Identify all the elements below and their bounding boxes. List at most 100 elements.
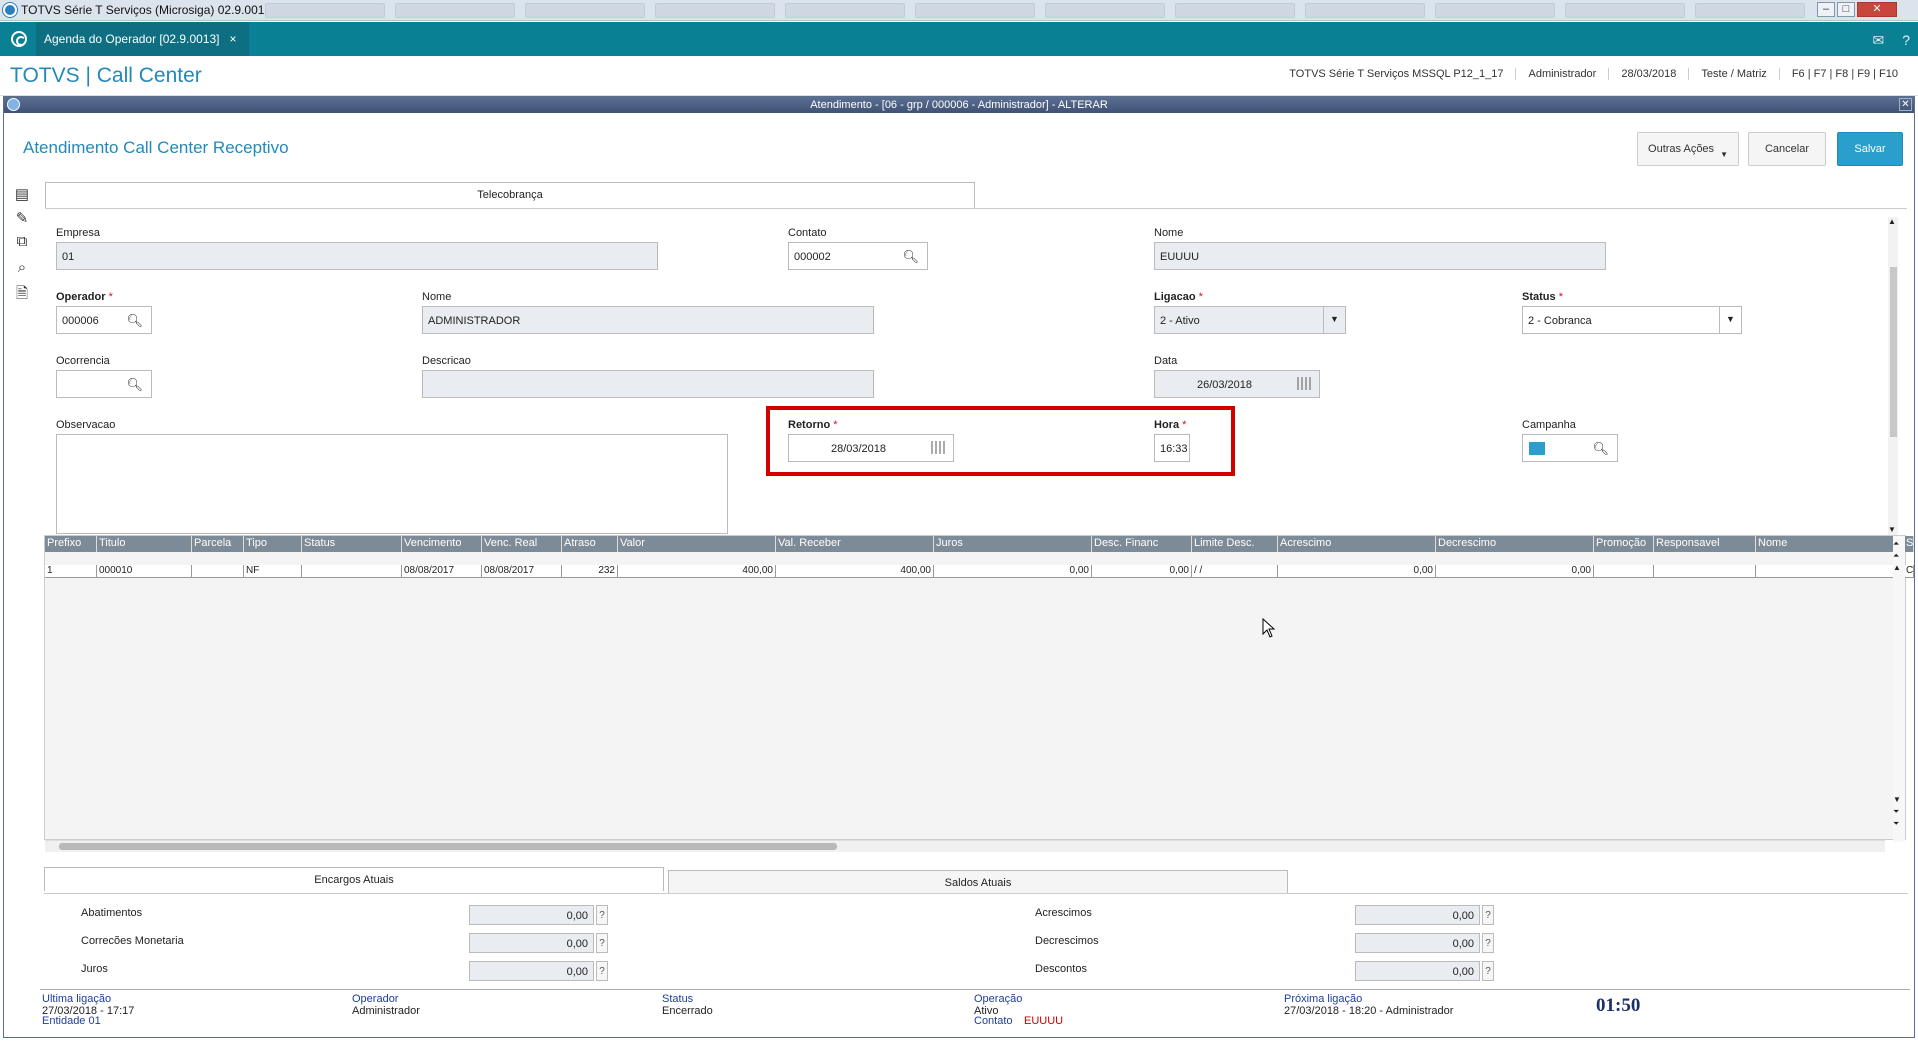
grid-cell[interactable]: 08/08/2017 bbox=[482, 565, 562, 578]
grid-column-header[interactable]: Status bbox=[302, 536, 402, 552]
grid-column-header[interactable]: Promoção bbox=[1594, 536, 1654, 552]
grid-cell[interactable]: 400,00 bbox=[618, 565, 776, 578]
search-icon[interactable]: 🔍︎ bbox=[902, 249, 919, 265]
grid-cell[interactable] bbox=[1654, 565, 1756, 578]
document-icon[interactable]: 🗎 bbox=[12, 283, 32, 303]
grid-column-header[interactable]: Decrescimo bbox=[1436, 536, 1594, 552]
status-select[interactable]: 2 - Cobranca ▼ bbox=[1522, 306, 1742, 334]
help-button[interactable]: ? bbox=[1482, 961, 1494, 981]
grid-column-header[interactable]: Tipo bbox=[244, 536, 302, 552]
campanha-field[interactable]: 🔍︎ bbox=[1522, 434, 1618, 462]
operador-field[interactable]: 000006 🔍︎ bbox=[56, 306, 152, 334]
contato-label: Contato bbox=[788, 227, 827, 239]
grid-column-header[interactable]: Juros bbox=[934, 536, 1092, 552]
search-icon[interactable]: 🔍︎ bbox=[126, 313, 143, 329]
search-icon[interactable]: 🔍︎ bbox=[126, 377, 143, 393]
scroll-down-icon[interactable]: ▼ bbox=[1888, 525, 1896, 534]
grid-cell[interactable] bbox=[1594, 565, 1654, 578]
grid-cell[interactable]: 0,00 bbox=[1436, 565, 1594, 578]
help-button[interactable]: ? bbox=[596, 933, 608, 953]
grid-column-header[interactable]: Nome bbox=[1756, 536, 1904, 552]
grid-column-header[interactable]: Prefixo bbox=[45, 536, 97, 552]
grid-cell[interactable] bbox=[1756, 565, 1904, 578]
scroll-up-icon[interactable]: ▲ bbox=[1888, 217, 1896, 226]
grid-cell[interactable]: 0,00 bbox=[1092, 565, 1192, 578]
outras-acoes-button[interactable]: Outras Ações ▼ bbox=[1637, 132, 1739, 166]
mail-icon[interactable]: ✉ bbox=[1872, 32, 1884, 49]
mouse-cursor-icon bbox=[1262, 618, 1276, 638]
window-title-bar: TOTVS Série T Serviços (Microsiga) 02.9.… bbox=[0, 0, 1918, 21]
dialog-close-icon[interactable]: ✕ bbox=[1899, 98, 1912, 111]
grid-column-header[interactable]: Val. Receber bbox=[776, 536, 934, 552]
taskbar-ghost bbox=[1565, 3, 1685, 18]
grid-cell[interactable]: 232 bbox=[562, 565, 618, 578]
footer-contato-label: Contato bbox=[974, 1015, 1013, 1027]
grid-cell[interactable]: NF bbox=[244, 565, 302, 578]
calendar-icon[interactable] bbox=[931, 441, 945, 454]
grid-column-header[interactable]: Parcela bbox=[192, 536, 244, 552]
close-window-button[interactable]: ✕ bbox=[1857, 2, 1897, 17]
save-disk-icon[interactable]: ▤ bbox=[12, 185, 32, 205]
abatimentos-field: 0,00 bbox=[469, 905, 594, 925]
footer-divider bbox=[40, 989, 1910, 990]
chevron-down-icon[interactable]: ▼ bbox=[1323, 307, 1345, 333]
grid-cell[interactable]: 0,00 bbox=[934, 565, 1092, 578]
grid-cell[interactable]: 1 bbox=[45, 565, 97, 578]
grid-cell[interactable]: 0,00 bbox=[1278, 565, 1436, 578]
grid-cell[interactable]: 000010 bbox=[97, 565, 192, 578]
edit-icon[interactable]: ✎ bbox=[12, 209, 32, 229]
minimize-button[interactable]: – bbox=[1817, 2, 1835, 17]
cancel-button[interactable]: Cancelar bbox=[1748, 132, 1826, 166]
observacao-textarea[interactable] bbox=[56, 434, 728, 534]
tab-saldos-atuais[interactable]: Saldos Atuais bbox=[668, 870, 1288, 894]
header-info: TOTVS Série T Serviços MSSQL P12_1_17 Ad… bbox=[1277, 68, 1910, 80]
nome-operador-label: Nome bbox=[422, 291, 452, 303]
grid-column-header[interactable]: Valor bbox=[618, 536, 776, 552]
grid-cell[interactable]: / / bbox=[1192, 565, 1278, 578]
help-button[interactable]: ? bbox=[596, 905, 608, 925]
search-icon[interactable]: 🔍︎ bbox=[1592, 441, 1609, 457]
grid-column-header[interactable]: Desc. Financ bbox=[1092, 536, 1192, 552]
grid-cell[interactable] bbox=[192, 565, 244, 578]
maximize-button[interactable]: □ bbox=[1837, 2, 1855, 17]
ocorrencia-field[interactable]: 🔍︎ bbox=[56, 370, 152, 398]
taskbar-ghost bbox=[1175, 3, 1295, 18]
data-field[interactable]: 26/03/2018 bbox=[1154, 370, 1320, 398]
form-scroll-thumb[interactable] bbox=[1890, 267, 1897, 437]
grid-column-header[interactable]: Atraso bbox=[562, 536, 618, 552]
grid-scroll-top-icon[interactable]: ⏶ ⏶ ▲ bbox=[1893, 538, 1901, 574]
grid-column-header[interactable]: S bbox=[1904, 536, 1914, 552]
tab-close-icon[interactable]: × bbox=[229, 32, 236, 46]
help-button[interactable]: ? bbox=[1482, 905, 1494, 925]
tab-agenda-operador[interactable]: Agenda do Operador [02.9.0013] × bbox=[36, 22, 249, 56]
help-icon[interactable]: ? bbox=[1902, 32, 1910, 49]
acrescimos-label: Acrescimos bbox=[1035, 907, 1092, 919]
search-icon[interactable]: ⌕ bbox=[12, 259, 32, 279]
grid-cell[interactable]: 08/08/2017 bbox=[402, 565, 482, 578]
contato-field[interactable]: 000002 🔍︎ bbox=[788, 242, 928, 270]
chevron-down-icon[interactable]: ▼ bbox=[1719, 307, 1741, 333]
help-button[interactable]: ? bbox=[596, 961, 608, 981]
grid-column-header[interactable]: Vencimento bbox=[402, 536, 482, 552]
home-icon[interactable] bbox=[11, 31, 27, 47]
grid-column-header[interactable]: Titulo bbox=[97, 536, 192, 552]
tab-telecobranca[interactable]: Telecobrança bbox=[45, 182, 975, 208]
hora-field[interactable]: 16:33 bbox=[1154, 434, 1190, 462]
retorno-field[interactable]: 28/03/2018 bbox=[788, 434, 954, 462]
calendar-icon[interactable] bbox=[1297, 377, 1311, 390]
grid-hscroll-thumb[interactable] bbox=[59, 843, 837, 850]
tab-encargos-atuais[interactable]: Encargos Atuais bbox=[44, 867, 664, 891]
grid-scroll-bottom-icon[interactable]: ▼ ⏷ ⏷ bbox=[1893, 794, 1901, 830]
grid-column-header[interactable]: Venc. Real bbox=[482, 536, 562, 552]
grid-cell[interactable]: C bbox=[1904, 565, 1914, 578]
shortcuts-label[interactable]: F6 | F7 | F8 | F9 | F10 bbox=[1778, 68, 1910, 80]
grid-column-header[interactable]: Acrescimo bbox=[1278, 536, 1436, 552]
grid-cell[interactable] bbox=[302, 565, 402, 578]
grid-cell[interactable]: 400,00 bbox=[776, 565, 934, 578]
save-button[interactable]: Salvar bbox=[1837, 132, 1903, 166]
grid-column-header[interactable]: Responsavel bbox=[1654, 536, 1756, 552]
grid-column-header[interactable]: Limite Desc. bbox=[1192, 536, 1278, 552]
ligacao-select[interactable]: 2 - Ativo ▼ bbox=[1154, 306, 1346, 334]
help-button[interactable]: ? bbox=[1482, 933, 1494, 953]
copy-icon[interactable]: ⧉ bbox=[12, 233, 32, 253]
